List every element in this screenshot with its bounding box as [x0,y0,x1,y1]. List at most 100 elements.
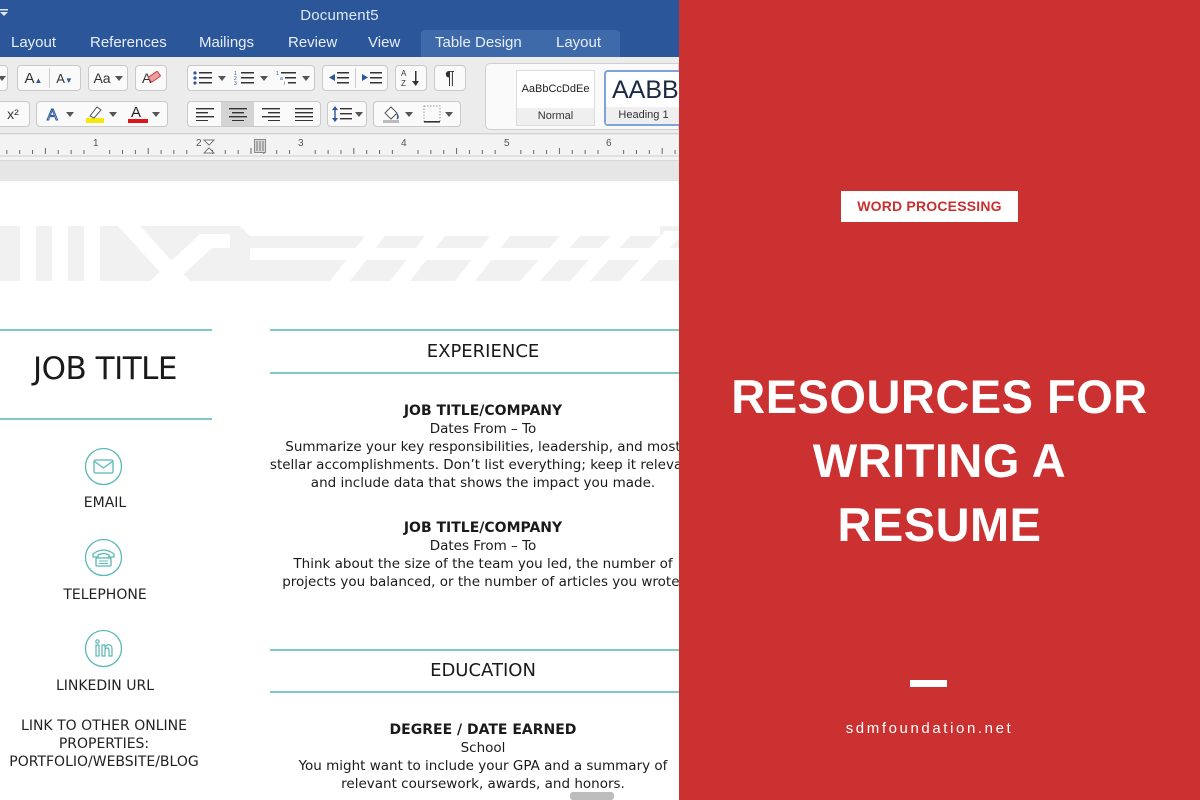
style-heading-1-preview: AABBC [612,76,679,104]
contact-telephone-label[interactable]: TELEPHONE [0,587,210,603]
ribbon-tabs: Layout References Mailings Review View T… [0,30,679,57]
experience-title: JOB TITLE/COMPANY [403,403,563,419]
tab-table-design[interactable]: Table Design [435,34,522,51]
document-title: Document5 [300,7,379,24]
tab-mailings[interactable]: Mailings [199,34,254,51]
superscript-button[interactable]: x² [0,101,30,127]
ruler-ticks [0,148,679,157]
tab-view[interactable]: View [368,34,400,51]
document-canvas-gap [0,161,679,181]
horizontal-ruler[interactable]: 1 2 3 4 5 6 [0,135,679,161]
ruler-number: 4 [401,138,407,149]
style-heading-1-label: Heading 1 [606,107,679,124]
accent-bar [910,680,947,687]
ruler-number: 3 [298,138,304,149]
divider-line [0,329,212,331]
tab-review[interactable]: Review [288,34,337,51]
svg-text:i: i [284,81,285,86]
style-normal[interactable]: AaBbCcDdEe Normal [516,70,595,126]
education-title: DEGREE / DATE EARNED [389,722,577,738]
envelope-icon [84,447,123,486]
change-case-button[interactable]: Aa [88,65,128,91]
tab-layout[interactable]: Layout [11,34,56,51]
svg-text:Z: Z [401,79,406,88]
align-right-icon [261,108,280,121]
text-effects-icon[interactable]: A [45,105,63,124]
font-size-dropdown[interactable] [0,65,8,91]
decorative-banner [0,226,679,281]
align-left-button[interactable] [188,102,221,126]
indent-marker-icon[interactable] [203,139,215,155]
multilevel-list-icon[interactable]: 1 a i [276,70,298,86]
decrease-indent-icon[interactable] [328,70,350,86]
clear-formatting-button[interactable]: A [135,65,167,91]
pilcrow-icon: ¶ [445,67,455,88]
horizontal-scrollbar[interactable] [570,792,614,800]
align-center-icon [228,108,247,121]
borders-icon[interactable] [423,105,441,123]
svg-text:a: a [280,76,283,82]
divider-line [270,691,679,693]
experience-description: Summarize your key responsibilities, lea… [269,439,679,491]
other-links-text[interactable]: LINK TO OTHER ONLINE PROPERTIES: PORTFOL… [6,717,202,771]
sort-icon: AZ [401,69,419,88]
divider-line [0,418,212,420]
site-name[interactable]: sdmfoundation.net [679,720,1180,737]
svg-text:3: 3 [234,81,237,86]
education-school: School [460,740,506,756]
svg-text:A: A [401,69,407,78]
increase-font-size-icon[interactable]: A▲ [19,70,49,87]
svg-text:A: A [131,104,141,121]
experience-title: JOB TITLE/COMPANY [403,520,563,536]
text-effects-group: A A [36,101,168,127]
tab-table-layout[interactable]: Layout [556,34,601,51]
ruler-number: 6 [606,138,612,149]
style-heading-1[interactable]: AABBC Heading 1 [604,70,679,126]
justify-button[interactable] [287,102,320,126]
show-formatting-button[interactable]: ¶ [434,65,466,91]
bullets-icon[interactable] [192,70,214,86]
document-page[interactable]: JOB TITLE EMAIL TELEPHONE LINKEDIN URL L… [0,181,679,800]
experience-description: Think about the size of the team you led… [282,556,679,590]
ruler-number: 1 [93,138,99,149]
word-window: Document5 Layout References Mailings Rev… [0,0,679,800]
decrease-font-size-icon[interactable]: A▼ [50,71,80,86]
promo-panel: WORD PROCESSING RESOURCES FOR WRITING A … [679,0,1200,800]
divider-line [270,372,679,374]
superscript-label: x² [7,106,19,122]
highlighter-icon[interactable] [84,104,106,124]
styles-gallery: AaBbCcDdEe Normal AABBC Heading 1 [485,63,679,130]
experience-entry[interactable]: JOB TITLE/COMPANY Dates From – To Think … [264,519,679,591]
ruler-number: 2 [196,138,202,149]
numbering-icon[interactable]: 1 2 3 [234,70,256,86]
divider-line [270,649,679,651]
line-spacing-icon [331,106,352,122]
contact-email-label[interactable]: EMAIL [0,495,210,511]
increase-indent-icon[interactable] [361,70,383,86]
contact-linkedin-label[interactable]: LINKEDIN URL [0,678,210,694]
column-marker-icon[interactable] [254,139,266,153]
indent-group [322,65,388,91]
align-left-icon [195,108,214,121]
align-center-button[interactable] [221,102,254,126]
education-heading[interactable]: EDUCATION [270,660,679,681]
linkedin-icon [84,629,123,668]
shading-icon[interactable] [381,105,401,123]
experience-heading[interactable]: EXPERIENCE [270,341,679,362]
line-spacing-button[interactable] [327,101,367,127]
title-bar: Document5 [0,0,679,30]
font-size-group: A▲ A▼ [17,65,81,91]
tab-references[interactable]: References [90,34,167,51]
divider-line [270,329,679,331]
sort-button[interactable]: AZ [395,65,427,91]
experience-entry[interactable]: JOB TITLE/COMPANY Dates From – To Summar… [264,402,679,492]
promo-heading: RESOURCES FOR WRITING A RESUME [731,370,1148,551]
font-color-icon[interactable]: A [127,104,149,124]
shading-borders-group [373,101,461,127]
align-right-button[interactable] [254,102,287,126]
education-entry[interactable]: DEGREE / DATE EARNED School You might wa… [280,721,679,793]
education-description: You might want to include your GPA and a… [298,758,668,792]
category-badge[interactable]: WORD PROCESSING [841,191,1018,222]
ribbon: A▲ A▼ Aa A 1 2 3 1 a i A Z ¶ x² A A AaBb… [0,57,679,134]
job-title[interactable]: JOB TITLE [0,351,210,387]
